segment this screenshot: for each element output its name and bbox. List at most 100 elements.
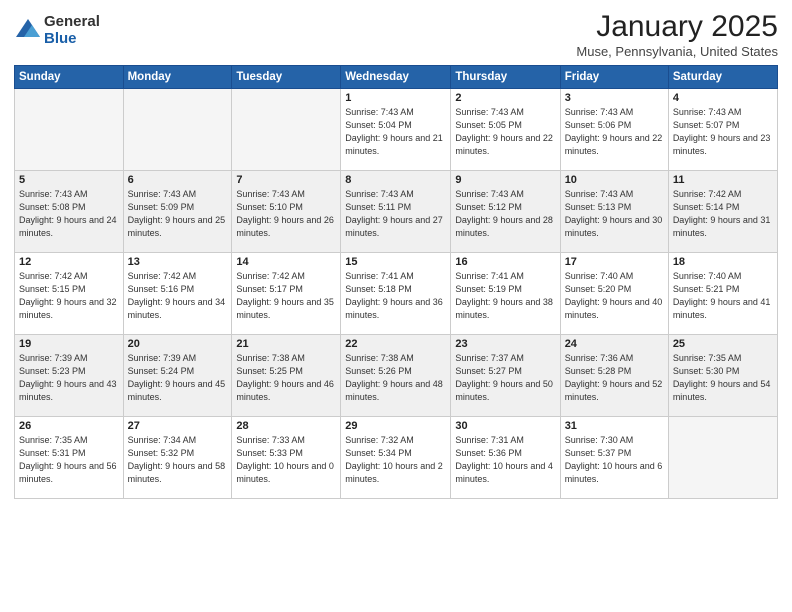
calendar-cell: 21 Sunrise: 7:38 AM Sunset: 5:25 PM Dayli… [232,335,341,417]
calendar-cell [15,89,124,171]
week-row-4: 19 Sunrise: 7:39 AM Sunset: 5:23 PM Dayli… [15,335,778,417]
logo-text: General Blue [44,14,100,47]
day-info: Sunrise: 7:38 AM Sunset: 5:25 PM Dayligh… [236,352,336,404]
calendar-cell: 20Sunrise: 7:39 AM Sunset: 5:24 PM Dayli… [123,335,232,417]
day-number: 2 [455,92,555,104]
calendar-cell: 19 Sunrise: 7:39 AM Sunset: 5:23 PM Dayli… [15,335,124,417]
day-number: 24 [565,338,664,350]
day-number: 7 [236,174,336,186]
weekday-tuesday: Tuesday [232,66,341,89]
weekday-thursday: Thursday [451,66,560,89]
week-row-3: 12 Sunrise: 7:42 AM Sunset: 5:15 PM Dayli… [15,253,778,335]
day-info: Sunrise: 7:43 AM Sunset: 5:06 PM Dayligh… [565,106,664,158]
calendar-cell: 27 Sunrise: 7:34 AM Sunset: 5:32 PM Dayli… [123,417,232,499]
day-number: 5 [19,174,119,186]
calendar-cell: 13 Sunrise: 7:42 AM Sunset: 5:16 PM Dayli… [123,253,232,335]
calendar-cell: 14 Sunrise: 7:42 AM Sunset: 5:17 PM Dayli… [232,253,341,335]
calendar-cell: 8 Sunrise: 7:43 AM Sunset: 5:11 PM Daylig… [341,171,451,253]
calendar-cell: 1 Sunrise: 7:43 AM Sunset: 5:04 PM Daylig… [341,89,451,171]
day-info: Sunrise: 7:43 AM Sunset: 5:13 PM Dayligh… [565,188,664,240]
logo-blue: Blue [44,31,100,48]
header: General Blue January 2025 Muse, Pennsylv… [14,10,778,59]
day-info: Sunrise: 7:39 AM Sunset: 5:23 PM Dayligh… [19,352,119,404]
day-number: 3 [565,92,664,104]
day-number: 13 [128,256,228,268]
day-number: 4 [673,92,773,104]
calendar-cell: 25Sunrise: 7:35 AM Sunset: 5:30 PM Dayli… [668,335,777,417]
day-info: Sunrise: 7:43 AM Sunset: 5:05 PM Dayligh… [455,106,555,158]
day-number: 31 [565,420,664,432]
day-number: 27 [128,420,228,432]
weekday-sunday: Sunday [15,66,124,89]
calendar-cell: 17 Sunrise: 7:40 AM Sunset: 5:20 PM Dayli… [560,253,668,335]
day-info: Sunrise: 7:43 AM Sunset: 5:11 PM Dayligh… [345,188,446,240]
day-number: 17 [565,256,664,268]
day-info: Sunrise: 7:37 AM Sunset: 5:27 PM Dayligh… [455,352,555,404]
title-block: January 2025 Muse, Pennsylvania, United … [576,10,778,59]
calendar-cell: 5 Sunrise: 7:43 AM Sunset: 5:08 PM Daylig… [15,171,124,253]
day-info: Sunrise: 7:43 AM Sunset: 5:09 PM Dayligh… [128,188,228,240]
calendar-cell: 23Sunrise: 7:37 AM Sunset: 5:27 PM Dayli… [451,335,560,417]
day-number: 25 [673,338,773,350]
weekday-wednesday: Wednesday [341,66,451,89]
day-info: Sunrise: 7:42 AM Sunset: 5:16 PM Dayligh… [128,270,228,322]
day-info: Sunrise: 7:34 AM Sunset: 5:32 PM Dayligh… [128,434,228,486]
day-info: Sunrise: 7:42 AM Sunset: 5:17 PM Dayligh… [236,270,336,322]
calendar-cell: 16 Sunrise: 7:41 AM Sunset: 5:19 PM Dayli… [451,253,560,335]
day-info: Sunrise: 7:40 AM Sunset: 5:21 PM Dayligh… [673,270,773,322]
day-number: 12 [19,256,119,268]
day-info: Sunrise: 7:40 AM Sunset: 5:20 PM Dayligh… [565,270,664,322]
location: Muse, Pennsylvania, United States [576,44,778,59]
day-info: Sunrise: 7:42 AM Sunset: 5:15 PM Dayligh… [19,270,119,322]
day-number: 20 [128,338,228,350]
day-number: 1 [345,92,446,104]
day-info: Sunrise: 7:41 AM Sunset: 5:19 PM Dayligh… [455,270,555,322]
day-number: 15 [345,256,446,268]
logo-general: General [44,14,100,31]
day-info: Sunrise: 7:42 AM Sunset: 5:14 PM Dayligh… [673,188,773,240]
calendar-cell: 12 Sunrise: 7:42 AM Sunset: 5:15 PM Dayli… [15,253,124,335]
calendar-cell: 31 Sunrise: 7:30 AM Sunset: 5:37 PM Dayli… [560,417,668,499]
calendar-cell: 30Sunrise: 7:31 AM Sunset: 5:36 PM Dayli… [451,417,560,499]
day-info: Sunrise: 7:43 AM Sunset: 5:04 PM Dayligh… [345,106,446,158]
day-info: Sunrise: 7:31 AM Sunset: 5:36 PM Dayligh… [455,434,555,486]
day-info: Sunrise: 7:43 AM Sunset: 5:07 PM Dayligh… [673,106,773,158]
day-info: Sunrise: 7:38 AM Sunset: 5:26 PM Dayligh… [345,352,446,404]
calendar-cell: 29Sunrise: 7:32 AM Sunset: 5:34 PM Dayli… [341,417,451,499]
weekday-header-row: SundayMondayTuesdayWednesdayThursdayFrid… [15,66,778,89]
day-number: 9 [455,174,555,186]
calendar-cell: 7Sunrise: 7:43 AM Sunset: 5:10 PM Daylig… [232,171,341,253]
day-number: 26 [19,420,119,432]
day-number: 22 [345,338,446,350]
day-number: 16 [455,256,555,268]
day-number: 18 [673,256,773,268]
calendar-cell [668,417,777,499]
calendar-cell [232,89,341,171]
day-info: Sunrise: 7:43 AM Sunset: 5:08 PM Dayligh… [19,188,119,240]
calendar-cell: 26 Sunrise: 7:35 AM Sunset: 5:31 PM Dayli… [15,417,124,499]
week-row-2: 5 Sunrise: 7:43 AM Sunset: 5:08 PM Daylig… [15,171,778,253]
calendar-cell: 4 Sunrise: 7:43 AM Sunset: 5:07 PM Daylig… [668,89,777,171]
weekday-saturday: Saturday [668,66,777,89]
day-number: 21 [236,338,336,350]
day-number: 10 [565,174,664,186]
calendar-cell: 10 Sunrise: 7:43 AM Sunset: 5:13 PM Dayli… [560,171,668,253]
day-number: 19 [19,338,119,350]
day-number: 14 [236,256,336,268]
day-info: Sunrise: 7:36 AM Sunset: 5:28 PM Dayligh… [565,352,664,404]
day-info: Sunrise: 7:41 AM Sunset: 5:18 PM Dayligh… [345,270,446,322]
calendar-cell: 24 Sunrise: 7:36 AM Sunset: 5:28 PM Dayli… [560,335,668,417]
weekday-friday: Friday [560,66,668,89]
day-info: Sunrise: 7:30 AM Sunset: 5:37 PM Dayligh… [565,434,664,486]
day-info: Sunrise: 7:35 AM Sunset: 5:31 PM Dayligh… [19,434,119,486]
month-title: January 2025 [576,10,778,44]
day-info: Sunrise: 7:33 AM Sunset: 5:33 PM Dayligh… [236,434,336,486]
calendar-cell: 3 Sunrise: 7:43 AM Sunset: 5:06 PM Daylig… [560,89,668,171]
week-row-5: 26 Sunrise: 7:35 AM Sunset: 5:31 PM Dayli… [15,417,778,499]
day-info: Sunrise: 7:43 AM Sunset: 5:12 PM Dayligh… [455,188,555,240]
weekday-monday: Monday [123,66,232,89]
calendar-cell: 15 Sunrise: 7:41 AM Sunset: 5:18 PM Dayli… [341,253,451,335]
calendar-cell: 22 Sunrise: 7:38 AM Sunset: 5:26 PM Dayli… [341,335,451,417]
day-number: 8 [345,174,446,186]
day-number: 6 [128,174,228,186]
